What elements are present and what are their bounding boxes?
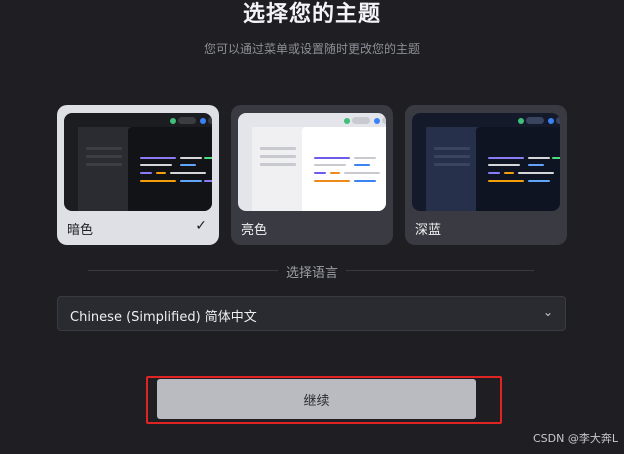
theme-card-deep-blue[interactable]: 深蓝 <box>405 105 567 245</box>
theme-label-dark: 暗色 <box>67 223 94 238</box>
theme-preview-deep-blue <box>412 113 560 211</box>
theme-preview-light <box>238 113 386 211</box>
language-select-value: Chinese (Simplified) 简体中文 <box>70 310 257 325</box>
page-title: 选择您的主题 <box>242 2 381 27</box>
check-icon: ✓ <box>195 218 207 234</box>
theme-preview-dark <box>64 113 212 211</box>
language-select[interactable]: Chinese (Simplified) 简体中文 ⌄ <box>57 296 566 331</box>
theme-card-dark[interactable]: 暗色 ✓ <box>57 105 219 245</box>
theme-card-light[interactable]: 亮色 <box>231 105 393 245</box>
continue-button-label: 继续 <box>303 393 330 409</box>
watermark: CSDN @李大奔L <box>533 432 618 445</box>
theme-label-light: 亮色 <box>241 223 268 238</box>
theme-label-deep-blue: 深蓝 <box>415 223 442 238</box>
theme-options: 暗色 ✓ 亮色 深蓝 <box>57 105 567 245</box>
language-section-title: 选择语言 <box>0 262 624 281</box>
page-subtitle: 您可以通过菜单或设置随时更改您的主题 <box>203 42 420 56</box>
continue-button[interactable]: 继续 <box>157 379 476 419</box>
chevron-down-icon: ⌄ <box>542 305 553 319</box>
language-section-label: 选择语言 <box>277 266 346 281</box>
